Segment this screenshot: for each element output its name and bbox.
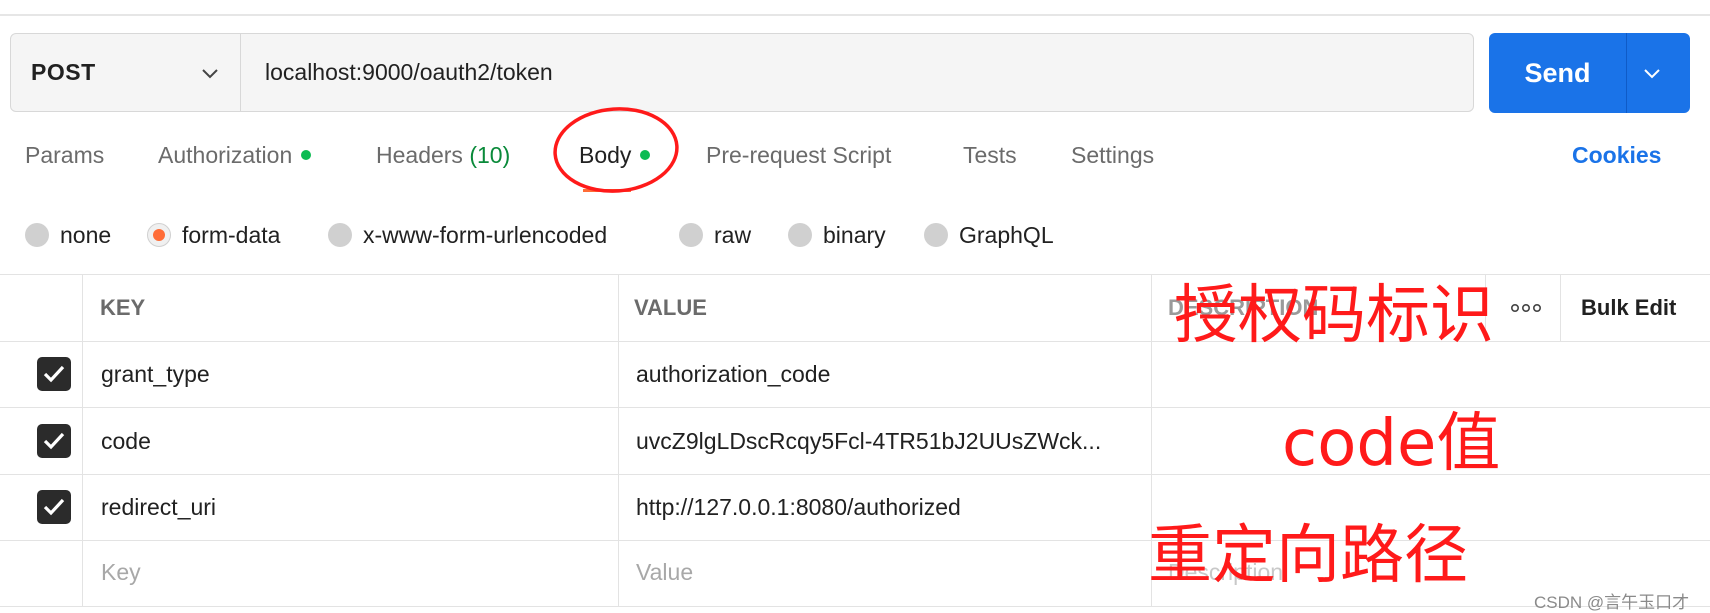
- radio-circle: [328, 223, 352, 247]
- tab-label: Tests: [963, 142, 1017, 168]
- row-checkbox[interactable]: [37, 357, 71, 391]
- cookies-link[interactable]: Cookies: [1572, 140, 1661, 170]
- new-value-input[interactable]: Value: [636, 555, 693, 589]
- radio-label: raw: [714, 222, 752, 248]
- send-label: Send: [1524, 58, 1591, 88]
- highlight-circle-annotation: [553, 107, 679, 193]
- method-label: POST: [31, 59, 96, 85]
- url-input[interactable]: localhost:9000/oauth2/token: [265, 34, 553, 111]
- tab-label: Authorization: [158, 142, 293, 168]
- column-header-value: VALUE: [634, 295, 707, 320]
- tab-label: Settings: [1071, 142, 1155, 168]
- row-key[interactable]: code: [101, 424, 151, 458]
- top-divider: [0, 14, 1710, 16]
- tab-pre-request-script[interactable]: Pre-request Script: [706, 140, 891, 170]
- bulk-edit-button[interactable]: Bulk Edit: [1581, 292, 1676, 324]
- check-icon: [43, 498, 65, 516]
- tab-headers[interactable]: Headers (10): [376, 140, 510, 170]
- send-button[interactable]: Send: [1489, 33, 1690, 113]
- method-select[interactable]: POST: [11, 34, 241, 111]
- table-border: [618, 274, 619, 606]
- redirect-annotation: 重定向路径: [1148, 519, 1468, 593]
- new-key-input[interactable]: Key: [101, 555, 141, 589]
- tab-label: Pre-request Script: [706, 142, 892, 168]
- row-value[interactable]: http://127.0.0.1:8080/authorized: [636, 490, 961, 524]
- table-border: [0, 606, 1710, 607]
- radio-circle: [924, 223, 948, 247]
- grant-type-annotation: 授权码标识: [1174, 279, 1494, 353]
- tab-label: Headers: [376, 142, 463, 168]
- tab-params[interactable]: Params: [25, 140, 104, 170]
- table-border: [1560, 274, 1561, 341]
- row-key[interactable]: grant_type: [101, 357, 210, 391]
- radio-circle: [25, 223, 49, 247]
- table-border: [0, 274, 1710, 275]
- tab-settings[interactable]: Settings: [1071, 140, 1154, 170]
- tab-label: Params: [25, 142, 105, 168]
- tab-tests[interactable]: Tests: [963, 140, 1017, 170]
- row-value[interactable]: authorization_code: [636, 357, 830, 391]
- radio-label: x-www-form-urlencoded: [363, 222, 608, 248]
- send-divider: [1626, 33, 1627, 113]
- row-checkbox[interactable]: [37, 424, 71, 458]
- radio-circle-selected: [147, 223, 171, 247]
- check-icon: [43, 365, 65, 383]
- column-header-key: KEY: [100, 295, 146, 320]
- row-key[interactable]: redirect_uri: [101, 490, 216, 524]
- tab-authorization[interactable]: Authorization: [158, 140, 312, 170]
- radio-circle: [679, 223, 703, 247]
- code-annotation: code值: [1282, 407, 1501, 481]
- row-value[interactable]: uvcZ9lgLDscRcqy5Fcl-4TR51bJ2UUsZWck...: [636, 424, 1146, 458]
- more-options-icon[interactable]: [1510, 300, 1542, 316]
- radio-label: none: [60, 222, 112, 248]
- radio-label: GraphQL: [959, 222, 1054, 248]
- chevron-down-icon[interactable]: [1641, 62, 1663, 84]
- check-icon: [43, 432, 65, 450]
- request-bar: POST localhost:9000/oauth2/token: [10, 33, 1474, 112]
- radio-label: form-data: [182, 222, 281, 248]
- radio-circle: [788, 223, 812, 247]
- table-border: [82, 274, 83, 606]
- radio-label: binary: [823, 222, 886, 248]
- row-checkbox[interactable]: [37, 490, 71, 524]
- header-count: (10): [469, 142, 511, 168]
- chevron-down-icon: [202, 69, 218, 79]
- watermark: CSDN @言午玉口才: [1534, 593, 1690, 612]
- status-dot: [301, 149, 312, 160]
